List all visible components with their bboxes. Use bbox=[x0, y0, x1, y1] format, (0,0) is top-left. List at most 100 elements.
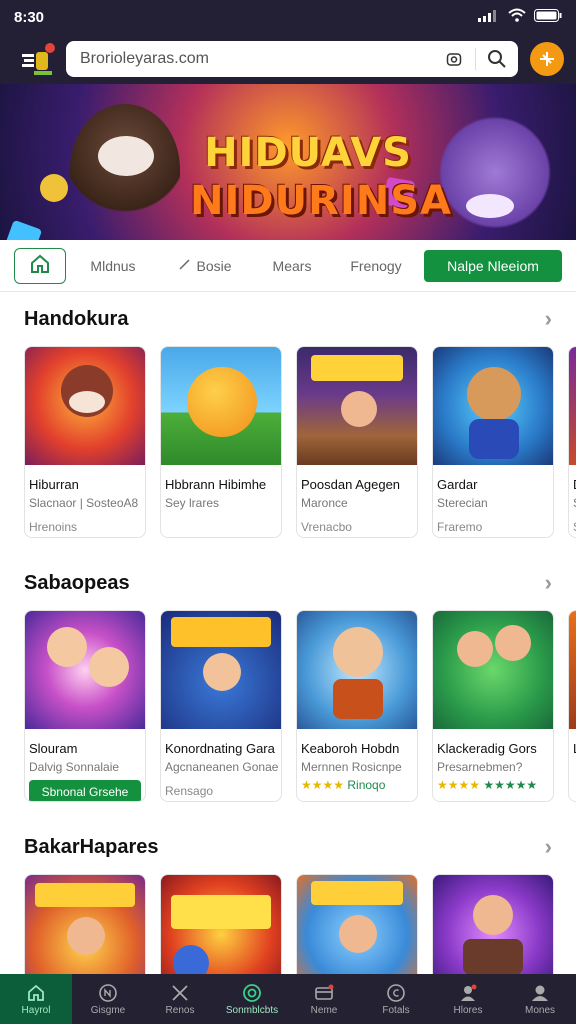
game-card[interactable]: Klackeradig Gors Presarnebmen? ★★★★ ★★★★… bbox=[432, 610, 554, 802]
search-bar[interactable]: Brorioleyaras.com bbox=[66, 41, 518, 77]
tab-bosie[interactable]: Bosie bbox=[160, 248, 250, 284]
game-card[interactable]: Konordnating Gara Agcnaneanen Gonae 3 Re… bbox=[160, 610, 282, 802]
nav-label: Neme bbox=[310, 1004, 338, 1016]
nav-label: Hayrol bbox=[21, 1004, 51, 1016]
game-card[interactable]: D S S bbox=[568, 346, 576, 538]
game-name: Hbbrann Hibimhe bbox=[165, 477, 267, 492]
card-icon bbox=[315, 984, 334, 1000]
nav-label: Gisgme bbox=[90, 1004, 126, 1016]
section-title: Handokura bbox=[24, 307, 129, 330]
nav-item-mones[interactable]: Mones bbox=[504, 974, 576, 1024]
edit-icon bbox=[178, 257, 192, 274]
game-name: Keaboroh Hobdn bbox=[301, 741, 400, 756]
section-handokura: Handokura › Hiburran Slacnaor | SosteoA8… bbox=[0, 292, 576, 552]
game-icon bbox=[99, 983, 117, 1002]
chevron-right-icon[interactable]: › bbox=[545, 834, 552, 860]
hero-banner[interactable]: HIDUAVS NIDURINSA bbox=[0, 84, 576, 240]
tab-frenogy[interactable]: Frenogy bbox=[334, 248, 418, 284]
app-logo[interactable] bbox=[20, 42, 55, 76]
rating-stars: ★★★★ Rinoqo bbox=[301, 778, 386, 792]
game-subtitle: Dalvig Sonnalaie bbox=[29, 760, 120, 774]
nav-item-game[interactable]: Gisgme bbox=[72, 974, 144, 1024]
nav-label: Sonmblcbts bbox=[225, 1004, 279, 1016]
rabbit-face bbox=[466, 194, 514, 218]
nav-item-sonmblcbts[interactable]: Sonmblcbts bbox=[216, 974, 288, 1024]
game-thumbnail bbox=[433, 611, 553, 729]
game-thumbnail bbox=[297, 347, 417, 465]
game-subtitle: Slacnaor | SosteoA8 bbox=[29, 496, 139, 510]
chevron-right-icon[interactable]: › bbox=[545, 570, 552, 596]
game-meta: Hrenoins bbox=[29, 520, 78, 534]
play-button[interactable]: Sbnonal Grsehe bbox=[29, 780, 141, 801]
wifi-icon bbox=[508, 8, 526, 26]
tab-mldnus[interactable]: Mldnus bbox=[66, 248, 160, 284]
game-name: Poosdan Agegen bbox=[301, 477, 401, 492]
home-icon bbox=[28, 984, 44, 1001]
game-meta: Fraremo bbox=[437, 520, 483, 534]
game-name: Gardar bbox=[437, 477, 478, 492]
game-subtitle: Sey lrares bbox=[165, 496, 220, 510]
nav-item-neme[interactable]: Neme bbox=[288, 974, 360, 1024]
tab-mears[interactable]: Mears bbox=[250, 248, 334, 284]
target-icon bbox=[243, 983, 261, 1002]
divider bbox=[475, 48, 476, 70]
top-bar: Brorioleyaras.com bbox=[0, 34, 576, 84]
game-card[interactable]: Poosdan Agegen Maronce Vrenacbo bbox=[296, 346, 418, 538]
tab-home[interactable] bbox=[14, 247, 66, 284]
game-thumbnail bbox=[297, 611, 417, 729]
gem-decoration bbox=[3, 219, 43, 240]
category-tabs: Mldnus Bosie Mears Frenogy Nalpe Nleeiom bbox=[0, 240, 576, 292]
game-name: L bbox=[569, 729, 576, 756]
game-subtitle: Sterecian bbox=[437, 496, 488, 510]
user-avatar[interactable] bbox=[530, 42, 564, 76]
game-card[interactable]: Slouram Dalvig Sonnalaie Sbnonal Grsehe bbox=[24, 610, 146, 802]
game-meta: Vrenacbo bbox=[301, 520, 352, 534]
game-subtitle: S bbox=[569, 492, 576, 510]
game-thumbnail bbox=[161, 347, 281, 465]
search-input[interactable]: Brorioleyaras.com bbox=[80, 50, 433, 68]
game-card[interactable]: Hiburran Slacnaor | SosteoA8 Hrenoins bbox=[24, 346, 146, 538]
game-card[interactable]: Hbbrann Hibimhe Sey lrares bbox=[160, 346, 282, 538]
game-subtitle: Maronce bbox=[301, 496, 348, 510]
section-title: BakarHapares bbox=[24, 835, 159, 858]
tab-cta-button[interactable]: Nalpe Nleeiom bbox=[424, 249, 562, 282]
game-subtitle: Presarnebmen? bbox=[437, 760, 523, 774]
nav-label: Renos bbox=[165, 1004, 195, 1016]
rating-stars: ★★★★ ★★★★★ bbox=[437, 778, 538, 792]
profile-icon bbox=[532, 985, 548, 1001]
coin-icon bbox=[387, 983, 405, 1002]
camera-icon[interactable] bbox=[443, 48, 465, 70]
rating-text: Rinoqo bbox=[347, 778, 386, 792]
game-name: Klackeradig Gors bbox=[437, 741, 537, 756]
search-icon[interactable] bbox=[486, 48, 508, 70]
signal-icon bbox=[478, 9, 500, 26]
section-title: Sabaopeas bbox=[24, 571, 130, 594]
game-subtitle: Agcnaneanen Gonae 3 bbox=[165, 760, 282, 774]
game-card[interactable]: Gardar Sterecian Fraremo bbox=[432, 346, 554, 538]
rating-text: ★★★★★ bbox=[483, 778, 538, 792]
status-time: 8:30 bbox=[14, 8, 45, 26]
nav-item-home[interactable]: Hayrol bbox=[0, 974, 72, 1024]
game-name: Hiburran bbox=[29, 477, 79, 492]
chevron-right-icon[interactable]: › bbox=[545, 306, 552, 332]
game-meta: Rensago bbox=[165, 784, 214, 798]
game-subtitle: Mernnen Rosicnpe bbox=[301, 760, 402, 774]
battery-icon bbox=[534, 8, 562, 26]
nav-item-fotals[interactable]: Fotals bbox=[360, 974, 432, 1024]
game-card[interactable]: L bbox=[568, 610, 576, 802]
bottom-navigation: Hayrol Gisgme Renos Sonmblcbts Neme Fota… bbox=[0, 974, 576, 1024]
game-thumbnail bbox=[25, 611, 145, 729]
game-meta bbox=[161, 510, 281, 520]
game-thumbnail bbox=[433, 347, 553, 465]
game-name: Slouram bbox=[29, 741, 78, 756]
game-thumbnail bbox=[161, 611, 281, 729]
nav-item-renos[interactable]: Renos bbox=[144, 974, 216, 1024]
game-meta: S bbox=[569, 510, 576, 534]
nav-label: Mones bbox=[524, 1004, 555, 1016]
game-thumbnail bbox=[569, 347, 576, 465]
game-card[interactable]: Keaboroh Hobdn Mernnen Rosicnpe ★★★★ Rin… bbox=[296, 610, 418, 802]
nav-item-hlores[interactable]: Hlores bbox=[432, 974, 504, 1024]
user-icon bbox=[461, 984, 477, 1001]
nav-label: Fotals bbox=[382, 1004, 410, 1016]
banner-title-line-2: NIDURINSA bbox=[190, 178, 452, 224]
